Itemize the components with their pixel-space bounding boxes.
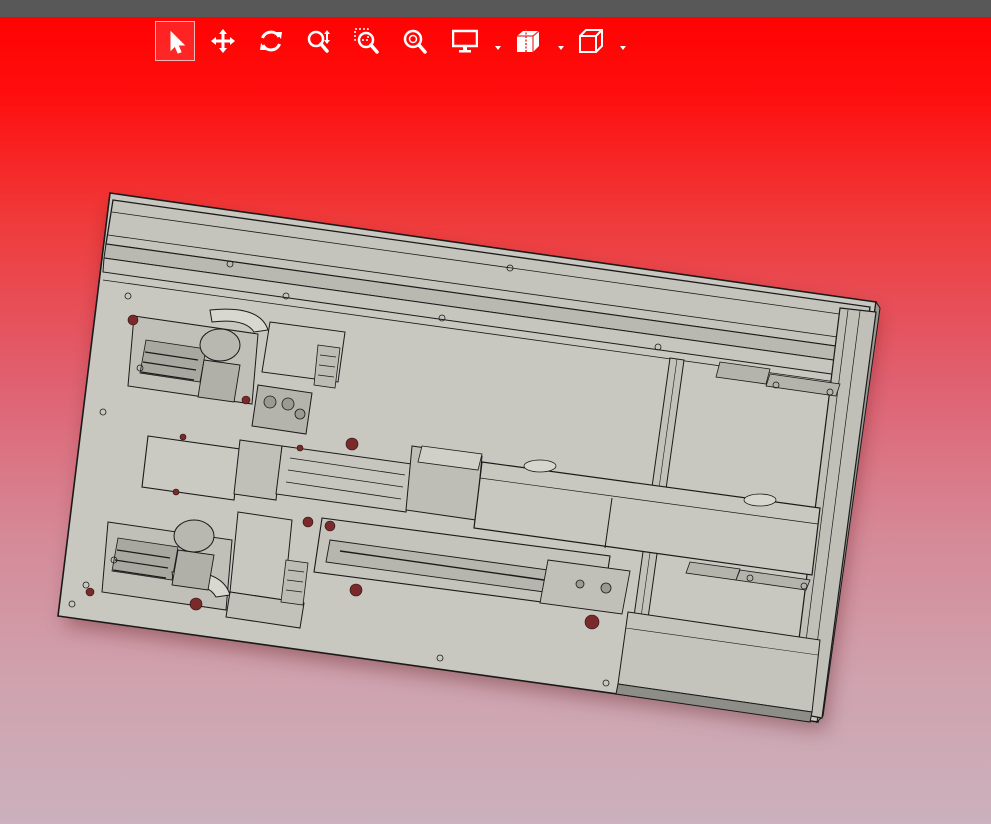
3d-viewport[interactable]: [0, 17, 991, 824]
title-bar: [0, 0, 991, 17]
machine-assembly: [57, 192, 881, 724]
cad-model-drawing: [57, 192, 881, 730]
